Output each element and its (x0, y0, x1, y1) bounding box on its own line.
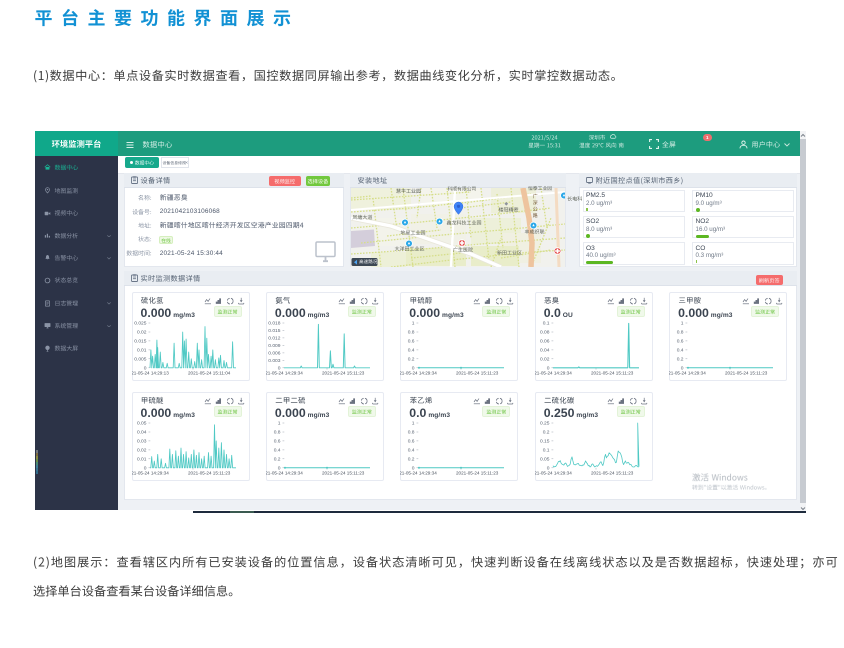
svg-text:0.1: 0.1 (542, 320, 549, 326)
svg-text:21-05-24 14:29:34: 21-05-24 14:29:34 (400, 470, 437, 475)
svg-text:0.08: 0.08 (540, 329, 550, 335)
svg-text:0.009: 0.009 (268, 343, 281, 349)
svg-text:1: 1 (412, 420, 415, 426)
svg-text:0.8: 0.8 (408, 429, 415, 435)
svg-text:0.4: 0.4 (274, 447, 281, 453)
svg-text:0.8: 0.8 (677, 329, 684, 335)
svg-text:2021-05-24 15:11:23: 2021-05-24 15:11:23 (322, 370, 365, 375)
svg-text:0.06: 0.06 (540, 338, 550, 344)
svg-text:21-05-24 14:29:34: 21-05-24 14:29:34 (132, 470, 169, 475)
svg-text:0.8: 0.8 (408, 329, 415, 335)
svg-text:0.01: 0.01 (136, 456, 146, 462)
svg-text:0.25: 0.25 (540, 420, 550, 426)
svg-text:0.012: 0.012 (268, 335, 281, 341)
svg-text:0.04: 0.04 (540, 347, 550, 353)
svg-text:0.02: 0.02 (136, 329, 146, 335)
svg-text:1: 1 (412, 320, 415, 326)
svg-text:21-05-24 14:29:34: 21-05-24 14:29:34 (266, 470, 303, 475)
svg-text:0.8: 0.8 (274, 429, 281, 435)
svg-text:21-05-24 14:29:34: 21-05-24 14:29:34 (400, 370, 437, 375)
svg-text:0.02: 0.02 (540, 356, 550, 362)
svg-text:2021-05-24 15:11:23: 2021-05-24 15:11:23 (725, 370, 768, 375)
svg-text:2021-05-24 15:11:23: 2021-05-24 15:11:23 (591, 370, 634, 375)
svg-text:0.2: 0.2 (677, 356, 684, 362)
svg-text:2021-05-24 15:11:23: 2021-05-24 15:11:23 (322, 470, 365, 475)
svg-text:0.02: 0.02 (136, 447, 146, 453)
svg-text:0.018: 0.018 (268, 320, 281, 326)
svg-text:0.2: 0.2 (408, 356, 415, 362)
svg-text:21-05-24 14:29:34: 21-05-24 14:29:34 (535, 370, 572, 375)
svg-text:0.05: 0.05 (540, 456, 550, 462)
svg-text:21-05-24 14:29:34: 21-05-24 14:29:34 (266, 370, 303, 375)
svg-text:0.1: 0.1 (542, 447, 549, 453)
svg-text:0.05: 0.05 (136, 420, 146, 426)
svg-text:0.04: 0.04 (136, 429, 146, 435)
svg-text:0.005: 0.005 (134, 356, 147, 362)
svg-text:0.15: 0.15 (540, 438, 550, 444)
svg-text:0.4: 0.4 (408, 347, 415, 353)
svg-text:21-05-24 14:29:34: 21-05-24 14:29:34 (535, 470, 572, 475)
svg-text:2021-05-24 15:11:23: 2021-05-24 15:11:23 (188, 470, 231, 475)
svg-text:2021-05-24 15:11:23: 2021-05-24 15:11:23 (456, 370, 499, 375)
svg-text:0.025: 0.025 (134, 320, 147, 326)
svg-text:0.2: 0.2 (274, 456, 281, 462)
svg-text:0.01: 0.01 (136, 347, 146, 353)
svg-text:2021-05-24 15:11:23: 2021-05-24 15:11:23 (456, 470, 499, 475)
svg-text:0.2: 0.2 (542, 429, 549, 435)
svg-text:0.6: 0.6 (677, 338, 684, 344)
svg-text:0.015: 0.015 (134, 338, 147, 344)
svg-text:0.2: 0.2 (408, 456, 415, 462)
svg-text:0.6: 0.6 (408, 438, 415, 444)
svg-text:0.6: 0.6 (408, 338, 415, 344)
svg-text:0.006: 0.006 (268, 350, 281, 356)
svg-text:0.6: 0.6 (274, 438, 281, 444)
svg-text:1: 1 (681, 320, 684, 326)
svg-text:0.003: 0.003 (268, 358, 281, 364)
svg-text:2021-05-24 15:11:23: 2021-05-24 15:11:23 (591, 470, 634, 475)
svg-text:0.015: 0.015 (268, 328, 281, 334)
svg-text:0.4: 0.4 (677, 347, 684, 353)
svg-text:21-05-24 14:29:34: 21-05-24 14:29:34 (669, 370, 706, 375)
svg-text:21-05-24 14:29:13: 21-05-24 14:29:13 (132, 370, 169, 375)
svg-text:1: 1 (278, 420, 281, 426)
svg-text:0.03: 0.03 (136, 438, 146, 444)
svg-text:0.4: 0.4 (408, 447, 415, 453)
svg-text:2021-05-24 15:11:04: 2021-05-24 15:11:04 (188, 370, 231, 375)
